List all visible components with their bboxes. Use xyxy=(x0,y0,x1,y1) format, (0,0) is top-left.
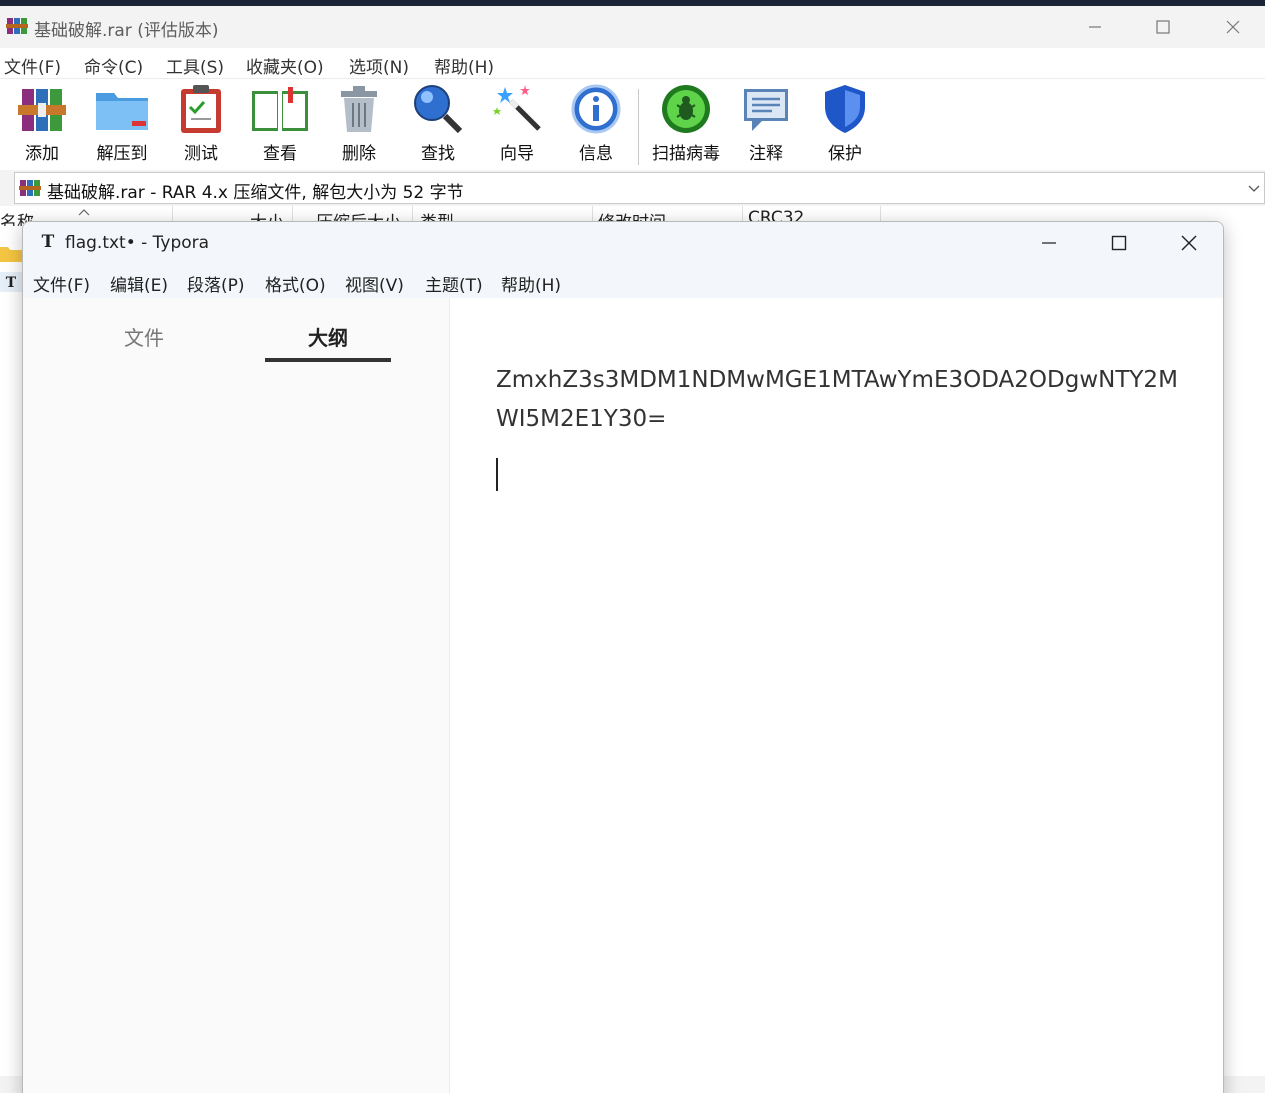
typora-editor[interactable]: ZmxhZ3s3MDM1NDMwMGE1MTAwYmE3ODA2ODgwNTY2… xyxy=(451,298,1223,1093)
virus-scan-icon xyxy=(662,85,710,133)
winrar-maximize-button[interactable] xyxy=(1128,6,1198,48)
chevron-down-icon[interactable] xyxy=(1248,182,1260,194)
minimize-icon xyxy=(1089,26,1101,28)
active-tab-indicator xyxy=(265,358,391,362)
typora-minimize-button[interactable] xyxy=(1014,222,1084,264)
winrar-menu-favorites[interactable]: 收藏夹(O) xyxy=(246,53,324,78)
sort-up-icon xyxy=(78,209,90,216)
winrar-path-text: 基础破解.rar - RAR 4.x 压缩文件, 解包大小为 52 字节 xyxy=(47,183,464,203)
toolbar-protect-label: 保护 xyxy=(828,144,862,164)
comment-icon xyxy=(744,89,788,131)
wizard-wand-icon xyxy=(493,85,541,131)
toolbar-view-button[interactable]: 查看 xyxy=(242,83,318,167)
toolbar-protect-button[interactable]: 保护 xyxy=(807,83,883,167)
toolbar-view-label: 查看 xyxy=(263,144,297,164)
folder-icon xyxy=(0,247,22,262)
typora-titlebar[interactable]: T flag.txt• - Typora xyxy=(23,222,1223,264)
toolbar-delete-label: 删除 xyxy=(342,144,376,164)
winrar-menu-tools[interactable]: 工具(S) xyxy=(166,53,224,78)
toolbar-comment-button[interactable]: 注释 xyxy=(728,83,804,167)
toolbar-test-label: 测试 xyxy=(184,144,218,164)
toolbar-wizard-label: 向导 xyxy=(500,144,534,164)
winrar-menu-options[interactable]: 选项(N) xyxy=(349,53,409,78)
view-book-icon xyxy=(252,87,308,131)
toolbar-extract-label: 解压到 xyxy=(96,144,148,164)
winrar-menu-help[interactable]: 帮助(H) xyxy=(434,53,494,78)
maximize-icon xyxy=(1156,20,1170,34)
winrar-titlebar[interactable]: 基础破解.rar (评估版本) xyxy=(0,6,1265,48)
close-icon xyxy=(1226,20,1240,34)
winrar-app-icon xyxy=(6,18,28,34)
winrar-menu-file[interactable]: 文件(F) xyxy=(4,53,61,78)
add-archive-icon xyxy=(18,89,66,131)
typora-maximize-button[interactable] xyxy=(1084,222,1154,264)
sidebar-tab-files[interactable]: 文件 xyxy=(81,322,207,351)
svg-text:T: T xyxy=(6,275,17,291)
minimize-icon xyxy=(1042,242,1056,244)
toolbar-test-button[interactable]: 测试 xyxy=(163,83,239,167)
winrar-close-button[interactable] xyxy=(1198,6,1265,48)
winrar-menubar: 文件(F) 命令(C) 工具(S) 收藏夹(O) 选项(N) 帮助(H) xyxy=(0,48,1265,78)
winrar-minimize-button[interactable] xyxy=(1060,6,1130,48)
sidebar-tab-outline[interactable]: 大纲 xyxy=(265,322,391,351)
info-icon xyxy=(571,84,621,134)
typora-window-title: flag.txt• - Typora xyxy=(65,233,210,253)
typora-menu-help[interactable]: 帮助(H) xyxy=(501,271,561,296)
rar-archive-icon xyxy=(19,180,41,196)
toolbar-extract-button[interactable]: 解压到 xyxy=(84,83,160,167)
maximize-icon xyxy=(1111,235,1127,251)
toolbar-virus-scan-button[interactable]: 扫描病毒 xyxy=(646,83,726,167)
protect-shield-icon xyxy=(825,85,865,133)
toolbar-add-label: 添加 xyxy=(25,144,59,164)
typora-menu-theme[interactable]: 主题(T) xyxy=(425,271,483,296)
toolbar-comment-label: 注释 xyxy=(749,144,783,164)
typora-menubar: 文件(F) 编辑(E) 段落(P) 格式(O) 视图(V) 主题(T) 帮助(H… xyxy=(23,264,1223,298)
toolbar-separator xyxy=(638,89,639,165)
typora-menu-format[interactable]: 格式(O) xyxy=(265,271,326,296)
typora-sidebar: 文件 大纲 xyxy=(23,298,450,1093)
toolbar-find-label: 查找 xyxy=(421,144,455,164)
toolbar-virus-scan-label: 扫描病毒 xyxy=(652,144,720,164)
toolbar-info-button[interactable]: 信息 xyxy=(558,83,634,167)
toolbar-wizard-button[interactable]: 向导 xyxy=(479,83,555,167)
toolbar-delete-button[interactable]: 删除 xyxy=(321,83,397,167)
typora-window: T flag.txt• - Typora 文件(F) 编辑(E) 段落(P) 格… xyxy=(22,221,1224,1093)
typora-menu-file[interactable]: 文件(F) xyxy=(33,271,90,296)
typora-menu-edit[interactable]: 编辑(E) xyxy=(110,271,168,296)
winrar-toolbar: 添加 解压到 测试 查看 删除 查找 向导 信息 扫描病毒 注释 保护 xyxy=(0,78,1265,170)
test-clipboard-icon xyxy=(181,85,221,133)
toolbar-info-label: 信息 xyxy=(579,144,613,164)
winrar-path-bar[interactable]: 基础破解.rar - RAR 4.x 压缩文件, 解包大小为 52 字节 xyxy=(14,172,1265,204)
extract-folder-icon xyxy=(96,93,148,130)
find-magnifier-icon xyxy=(414,85,463,134)
delete-trash-icon xyxy=(341,86,377,132)
toolbar-add-button[interactable]: 添加 xyxy=(4,83,80,167)
typora-file-icon: T xyxy=(0,272,22,292)
toolbar-find-button[interactable]: 查找 xyxy=(400,83,476,167)
editor-paragraph[interactable]: ZmxhZ3s3MDM1NDMwMGE1MTAwYmE3ODA2ODgwNTY2… xyxy=(496,361,1186,439)
typora-menu-view[interactable]: 视图(V) xyxy=(345,271,404,296)
typora-app-icon: T xyxy=(41,232,55,252)
close-icon xyxy=(1181,235,1197,251)
typora-menu-paragraph[interactable]: 段落(P) xyxy=(187,271,245,296)
winrar-window-title: 基础破解.rar (评估版本) xyxy=(34,21,219,41)
typora-close-button[interactable] xyxy=(1154,222,1223,264)
winrar-menu-commands[interactable]: 命令(C) xyxy=(84,53,143,78)
text-cursor xyxy=(496,458,498,491)
